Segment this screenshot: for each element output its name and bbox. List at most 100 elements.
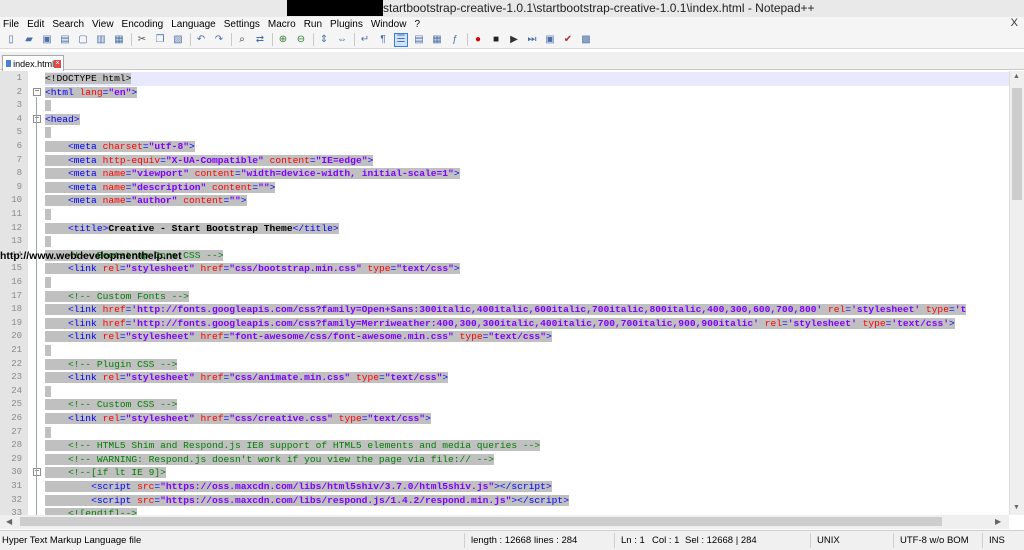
menu-macro[interactable]: Macro — [265, 19, 296, 30]
code-line[interactable]: 30 − <!--[if lt IE 9]> — [0, 466, 1009, 480]
code-line[interactable]: 3 — [0, 99, 1009, 113]
code-line[interactable]: 31 <script src="https://oss.maxcdn.com/l… — [0, 480, 1009, 494]
code-line[interactable]: 21 — [0, 344, 1009, 358]
fold-toggle-icon[interactable]: − — [33, 87, 41, 96]
menu-edit[interactable]: Edit — [24, 19, 44, 30]
code-line[interactable]: 23 <link rel="stylesheet" href="css/anim… — [0, 371, 1009, 385]
code-line[interactable]: 9 <meta name="description" content=""> — [0, 181, 1009, 195]
code-line[interactable]: 33 <![endif]--> — [0, 507, 1009, 515]
line-number: 15 — [11, 263, 22, 274]
code-line[interactable]: 20 <link rel="stylesheet" href="font-awe… — [0, 330, 1009, 344]
menu-settings[interactable]: Settings — [221, 19, 260, 30]
scroll-left-icon[interactable]: ◀ — [6, 517, 12, 526]
code-line[interactable]: 18 <link href='http://fonts.googleapis.c… — [0, 303, 1009, 317]
status-length: length : 12668 — [471, 535, 532, 546]
code-line[interactable]: 13 — [0, 235, 1009, 249]
doc-map-icon[interactable]: ▦ — [430, 33, 444, 47]
play-macro-icon[interactable]: ▶ — [507, 33, 521, 47]
code-line[interactable]: 4 − <head> — [0, 113, 1009, 127]
code-line[interactable]: 25 <!-- Custom CSS --> — [0, 398, 1009, 412]
print-icon[interactable]: ▦ — [112, 33, 126, 47]
zoom-in-icon[interactable]: ⊕ — [276, 33, 290, 47]
word-wrap-icon[interactable]: ↵ — [358, 33, 372, 47]
menu-view[interactable]: View — [89, 19, 114, 30]
code-text: <!-- WARNING: Respond.js doesn't work if… — [45, 453, 495, 467]
menu-help[interactable]: ? — [411, 19, 420, 30]
line-number: 22 — [11, 358, 22, 369]
vertical-scroll-thumb[interactable] — [1012, 88, 1022, 200]
scroll-right-icon[interactable]: ▶ — [995, 517, 1001, 526]
user-lang-icon[interactable]: ▤ — [412, 33, 426, 47]
copy-icon[interactable]: ❐ — [153, 33, 167, 47]
horizontal-scrollbar[interactable]: ◀ ▶ — [0, 515, 1009, 529]
menu-encoding[interactable]: Encoding — [119, 19, 164, 30]
sync-h-icon[interactable]: ⇔ — [335, 33, 349, 47]
save-icon[interactable]: ▣ — [40, 33, 54, 47]
play-multiple-icon[interactable]: ⏭ — [525, 33, 539, 47]
close-icon[interactable]: ▢ — [76, 33, 90, 47]
fold-toggle-icon[interactable]: − — [33, 468, 41, 477]
scroll-up-icon[interactable]: ▲ — [1013, 73, 1020, 80]
code-line[interactable]: 12 <title>Creative - Start Bootstrap The… — [0, 222, 1009, 236]
tab-index-html[interactable]: index.html × — [2, 55, 64, 71]
line-number: 33 — [11, 508, 22, 515]
replace-icon[interactable]: ⇄ — [253, 33, 267, 47]
editor-area[interactable]: 1 <!DOCTYPE html> 2− <html lang="en"> 3 4− <h… — [0, 71, 1009, 515]
close-doc-icon[interactable]: X — [1011, 17, 1018, 29]
code-line[interactable]: 24 — [0, 385, 1009, 399]
code-line[interactable]: 10 <meta name="author" content=""> — [0, 194, 1009, 208]
sync-v-icon[interactable]: ⇕ — [317, 33, 331, 47]
menu-language[interactable]: Language — [168, 19, 216, 30]
fold-toggle-icon[interactable]: − — [33, 114, 41, 123]
horizontal-scroll-thumb[interactable] — [20, 517, 942, 526]
zoom-out-icon[interactable]: ⊖ — [294, 33, 308, 47]
scroll-down-icon[interactable]: ▼ — [1013, 504, 1020, 511]
code-line[interactable]: 8 <meta name="viewport" content="width=d… — [0, 167, 1009, 181]
line-number: 18 — [11, 304, 22, 315]
code-line[interactable]: 15 <link rel="stylesheet" href="css/boot… — [0, 262, 1009, 276]
new-file-icon[interactable]: ▯ — [4, 33, 18, 47]
stop-macro-icon[interactable]: ■ — [489, 33, 503, 47]
vertical-scrollbar[interactable]: ▲ ▼ — [1009, 71, 1024, 515]
open-file-icon[interactable]: ▰ — [22, 33, 36, 47]
code-line[interactable]: 28 <!-- HTML5 Shim and Respond.js IE8 su… — [0, 439, 1009, 453]
find-icon[interactable]: ⌕ — [235, 33, 249, 47]
code-line[interactable]: 11 — [0, 208, 1009, 222]
spellcheck-auto-icon[interactable]: ▩ — [579, 33, 593, 47]
code-line[interactable]: 2 − <html lang="en"> — [0, 86, 1009, 100]
code-line[interactable]: 27 — [0, 426, 1009, 440]
code-line[interactable]: 17 <!-- Custom Fonts --> — [0, 290, 1009, 304]
code-text: <!DOCTYPE html> — [45, 73, 132, 84]
menu-window[interactable]: Window — [368, 19, 407, 30]
code-line[interactable]: 5 — [0, 126, 1009, 140]
code-text — [45, 208, 51, 222]
cut-icon[interactable]: ✂ — [135, 33, 149, 47]
code-line[interactable]: 29 <!-- WARNING: Respond.js doesn't work… — [0, 453, 1009, 467]
code-line[interactable]: 32 <script src="https://oss.maxcdn.com/l… — [0, 494, 1009, 508]
undo-icon[interactable]: ↶ — [194, 33, 208, 47]
indent-guide-icon[interactable]: ☰ — [394, 32, 408, 47]
code-line[interactable]: 7 <meta http-equiv="X-UA-Compatible" con… — [0, 154, 1009, 168]
menu-plugins[interactable]: Plugins — [327, 19, 363, 30]
toolbar-separator — [467, 33, 468, 46]
code-line[interactable]: 26 <link rel="stylesheet" href="css/crea… — [0, 412, 1009, 426]
menu-run[interactable]: Run — [301, 19, 322, 30]
spellcheck-icon[interactable]: ✔ — [561, 33, 575, 47]
code-line[interactable]: 6 <meta charset="utf-8"> — [0, 140, 1009, 154]
save-macro-icon[interactable]: ▣ — [543, 33, 557, 47]
show-all-chars-icon[interactable]: ¶ — [376, 33, 390, 47]
save-all-icon[interactable]: ▤ — [58, 33, 72, 47]
paste-icon[interactable]: ▧ — [171, 33, 185, 47]
code-text — [45, 99, 51, 113]
code-line[interactable]: 19 <link href='http://fonts.googleapis.c… — [0, 317, 1009, 331]
code-line[interactable]: 1 <!DOCTYPE html> — [0, 72, 1009, 86]
menu-file[interactable]: File — [0, 19, 19, 30]
record-macro-icon[interactable]: ● — [471, 33, 485, 47]
function-list-icon[interactable]: ƒ — [448, 33, 462, 47]
menu-search[interactable]: Search — [49, 19, 84, 30]
tab-close-icon[interactable]: × — [54, 59, 61, 68]
code-line[interactable]: 22 <!-- Plugin CSS --> — [0, 358, 1009, 372]
redo-icon[interactable]: ↷ — [212, 33, 226, 47]
code-line[interactable]: 16 — [0, 276, 1009, 290]
close-all-icon[interactable]: ▥ — [94, 33, 108, 47]
